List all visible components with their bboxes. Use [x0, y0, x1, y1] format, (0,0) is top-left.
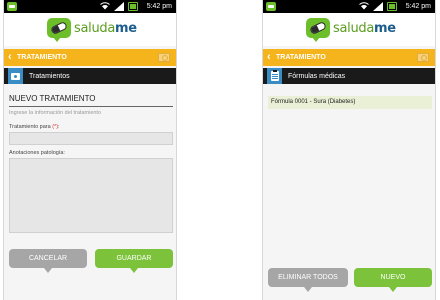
- section-bar: Fórmulas médicas: [263, 68, 435, 84]
- cancel-button[interactable]: CANCELAR: [9, 249, 87, 273]
- formula-list-item[interactable]: Fórmula 0001 - Sura (Diabetes): [268, 96, 432, 109]
- form-hint: Ingrese la información del tratamiento: [9, 110, 102, 116]
- logo-text: saludame: [74, 21, 137, 36]
- app-logo: saludame: [263, 13, 435, 46]
- wifi-icon: [100, 2, 110, 10]
- pathology-notes-textarea[interactable]: [9, 158, 173, 233]
- treatment-for-label: Tratamiento para (*):: [9, 124, 60, 130]
- status-bar: 5:42 pm: [4, 0, 176, 13]
- delete-all-button[interactable]: ELIMINAR TODOS: [268, 268, 348, 292]
- header-bar: ‹ TRATAMIENTO: [263, 49, 435, 66]
- logo-pill-icon: [47, 18, 71, 42]
- phone-screen-new-treatment: 5:42 pm saludame ‹ TRATAMIENTO Tratamien…: [3, 0, 177, 300]
- section-title: Tratamientos: [29, 73, 70, 80]
- app-notification-icon: [266, 2, 276, 11]
- new-button[interactable]: NUEVO: [354, 268, 432, 292]
- phone-screen-medical-formulas: 5:42 pm saludame ‹ TRATAMIENTO Fórmulas …: [262, 0, 436, 300]
- section-title: Fórmulas médicas: [288, 73, 346, 80]
- battery-icon: [387, 2, 397, 11]
- camera-icon[interactable]: [417, 53, 429, 62]
- pathology-notes-label: Anotaciones patología:: [9, 150, 65, 156]
- signal-icon: [373, 2, 383, 11]
- section-bar: Tratamientos: [4, 68, 176, 84]
- form-title: NUEVO TRATAMIENTO: [9, 94, 173, 107]
- camera-icon[interactable]: [158, 53, 170, 62]
- status-time: 5:42 pm: [405, 3, 431, 10]
- clipboard-icon: [271, 70, 279, 81]
- back-chevron-icon[interactable]: ‹: [8, 50, 12, 64]
- wifi-icon: [359, 2, 369, 10]
- app-logo: saludame: [4, 13, 176, 46]
- app-notification-icon: [7, 2, 17, 11]
- back-chevron-icon[interactable]: ‹: [267, 50, 271, 64]
- logo-text: saludame: [333, 21, 396, 36]
- header-bar: ‹ TRATAMIENTO: [4, 49, 176, 66]
- treatment-for-input[interactable]: [9, 132, 173, 145]
- header-title: TRATAMIENTO: [17, 54, 67, 61]
- logo-pill-icon: [306, 18, 330, 42]
- status-bar: 5:42 pm: [263, 0, 435, 13]
- battery-icon: [128, 2, 138, 11]
- header-title: TRATAMIENTO: [276, 54, 326, 61]
- status-time: 5:42 pm: [146, 3, 172, 10]
- signal-icon: [114, 2, 124, 11]
- camera-icon: [11, 73, 20, 80]
- save-button[interactable]: GUARDAR: [95, 249, 173, 273]
